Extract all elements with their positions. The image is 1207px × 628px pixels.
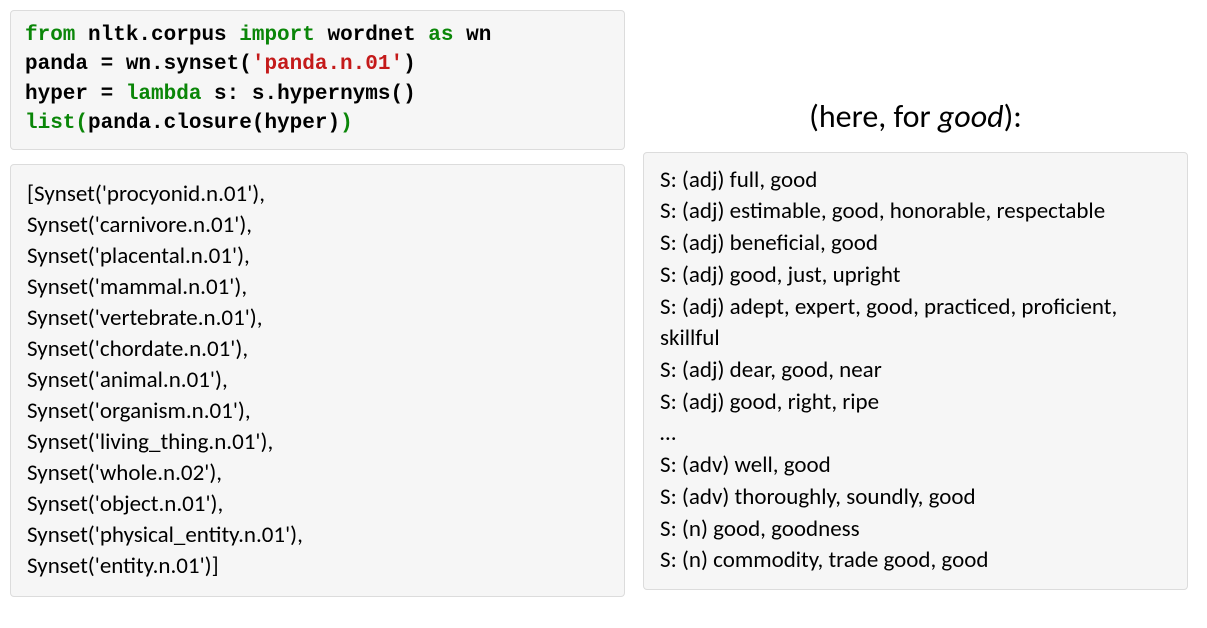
heading-post: ): [1004, 97, 1022, 136]
string-literal: 'panda.n.01' [252, 53, 403, 76]
code-text: panda.closure(hyper) [88, 112, 340, 135]
synset-line: S: (adj) good, right, ripe [660, 387, 1171, 419]
code-text: wordnet [315, 24, 428, 47]
right-column: (here, for good): S: (adj) full, good S:… [643, 10, 1188, 597]
code-text: ) [403, 53, 416, 76]
synset-line: S: (n) commodity, trade good, good [660, 545, 1171, 577]
output-line: Synset('object.n.01'), [27, 489, 608, 520]
keyword-import: import [239, 24, 315, 47]
code-text: wn [454, 24, 492, 47]
heading-pre: (here, for [809, 97, 938, 136]
output-line: Synset('whole.n.02'), [27, 458, 608, 489]
code-block: from nltk.corpus import wordnet as wn pa… [10, 10, 625, 150]
synset-line: S: (adj) good, just, upright [660, 260, 1171, 292]
synset-line: S: (adj) beneficial, good [660, 228, 1171, 260]
output-line: Synset('vertebrate.n.01'), [27, 303, 608, 334]
heading: (here, for good): [643, 96, 1188, 138]
output-line: Synset('organism.n.01'), [27, 396, 608, 427]
keyword-from: from [25, 24, 75, 47]
keyword-lambda: lambda [126, 83, 202, 106]
synset-line: S: (adv) thoroughly, soundly, good [660, 482, 1171, 514]
keyword-list: list [25, 112, 75, 135]
code-text: s: s.hypernyms() [201, 83, 415, 106]
output-line: Synset('animal.n.01'), [27, 365, 608, 396]
synset-line: S: (adj) full, good [660, 165, 1171, 197]
synset-list-block: S: (adj) full, good S: (adj) estimable, … [643, 152, 1188, 591]
keyword-as: as [428, 24, 453, 47]
synset-line: S: (n) good, goodness [660, 514, 1171, 546]
paren-close: ) [340, 112, 353, 135]
heading-word: good [938, 97, 1004, 136]
synset-line: S: (adj) dear, good, near [660, 355, 1171, 387]
output-line: Synset('carnivore.n.01'), [27, 210, 608, 241]
synset-line: S: (adj) adept, expert, good, practiced,… [660, 292, 1171, 355]
output-line: Synset('living_thing.n.01'), [27, 427, 608, 458]
output-line: Synset('chordate.n.01'), [27, 334, 608, 365]
output-line: Synset('placental.n.01'), [27, 241, 608, 272]
code-text: panda = wn.synset( [25, 53, 252, 76]
code-text: nltk.corpus [75, 24, 239, 47]
output-line: Synset('physical_entity.n.01'), [27, 520, 608, 551]
synset-line: S: (adj) estimable, good, honorable, res… [660, 196, 1171, 228]
code-text: hyper = [25, 83, 126, 106]
output-line: Synset('mammal.n.01'), [27, 272, 608, 303]
paren-open: ( [75, 112, 88, 135]
left-column: from nltk.corpus import wordnet as wn pa… [10, 10, 625, 597]
synset-line: … [660, 418, 1171, 450]
output-line: Synset('entity.n.01')] [27, 551, 608, 582]
output-line: [Synset('procyonid.n.01'), [27, 179, 608, 210]
synset-line: S: (adv) well, good [660, 450, 1171, 482]
output-block: [Synset('procyonid.n.01'), Synset('carni… [10, 164, 625, 598]
slide-content: from nltk.corpus import wordnet as wn pa… [10, 10, 1197, 597]
